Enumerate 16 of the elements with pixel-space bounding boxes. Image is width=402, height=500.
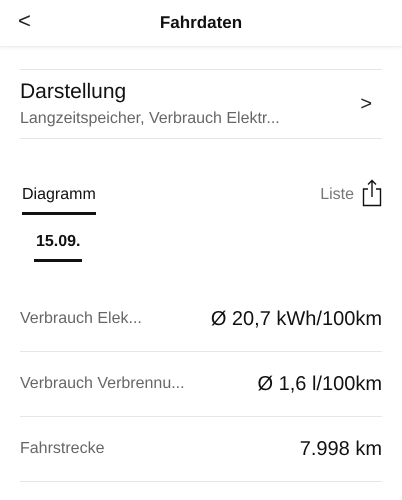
share-icon[interactable] bbox=[362, 179, 382, 207]
display-setting-row[interactable]: Darstellung Langzeitspeicher, Verbrauch Elektr... > bbox=[20, 69, 382, 139]
stat-value: 7.998 km bbox=[300, 438, 382, 460]
setting-value: Langzeitspeicher, Verbrauch Elektr... bbox=[20, 110, 280, 128]
view-tab[interactable]: Liste bbox=[320, 186, 354, 215]
setting-title: Darstellung bbox=[20, 80, 128, 104]
stat-label: Verbrauch Verbrennu... bbox=[20, 375, 185, 393]
back-button[interactable]: < bbox=[18, 8, 31, 34]
view-tab[interactable]: Diagramm bbox=[22, 186, 96, 215]
stat-label: Fahrstrecke bbox=[20, 440, 104, 458]
stat-value: Ø 1,6 l/100km bbox=[257, 372, 382, 396]
date-tab[interactable]: 15.09. bbox=[34, 233, 82, 262]
stat-label: Verbrauch Elek... bbox=[20, 310, 142, 328]
chevron: > bbox=[360, 92, 372, 116]
stat-value: Ø 20,7 kWh/100km bbox=[210, 308, 382, 330]
page-title: Fahrdaten bbox=[160, 13, 242, 33]
